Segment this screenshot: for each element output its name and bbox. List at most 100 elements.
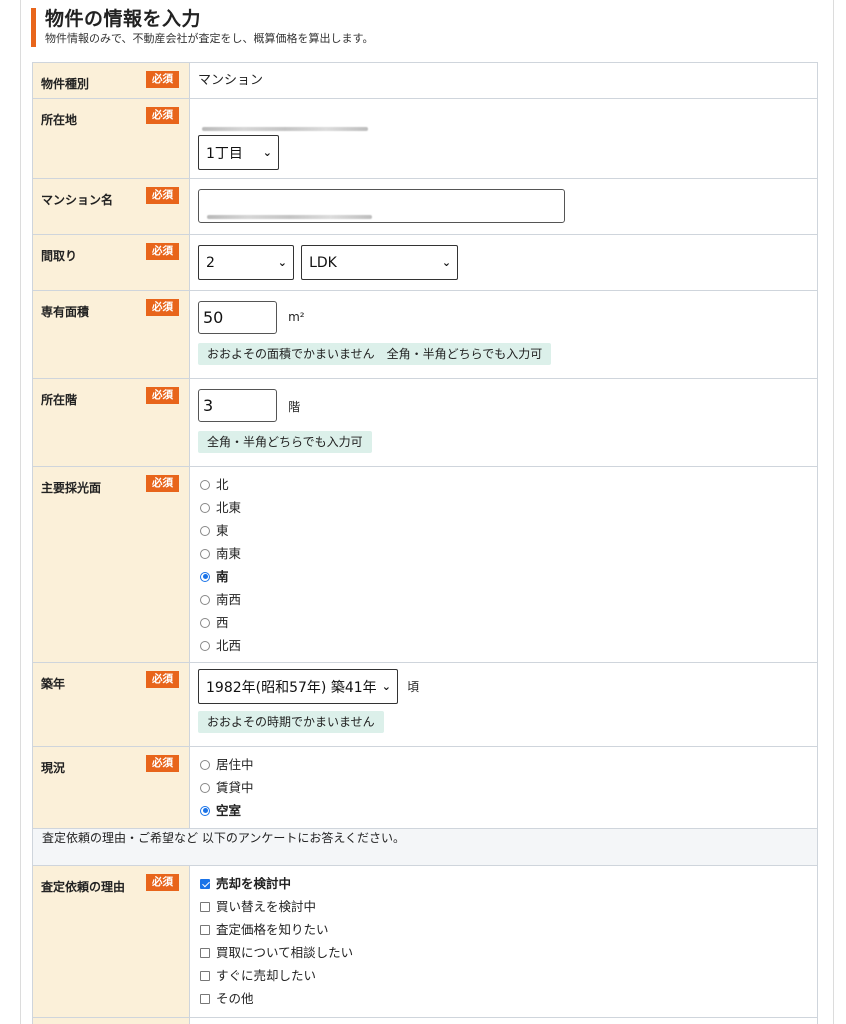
radio-unchecked-icon[interactable] bbox=[200, 479, 210, 490]
radio-option[interactable]: 北 bbox=[198, 473, 809, 496]
row-mansion-name: マンション名 必須 bbox=[32, 178, 818, 235]
radio-unchecked-icon[interactable] bbox=[200, 525, 210, 536]
layout-type-select[interactable]: LDK ⌄ bbox=[301, 245, 459, 280]
lighting-options: 北北東東南東南南西西北西 bbox=[189, 466, 818, 663]
radio-unchecked-icon[interactable] bbox=[200, 759, 210, 770]
option-label: 南西 bbox=[216, 592, 242, 607]
radio-option[interactable]: 北西 bbox=[198, 634, 809, 657]
field-label: 所在階 bbox=[41, 393, 78, 407]
radio-unchecked-icon[interactable] bbox=[200, 594, 210, 605]
radio-unchecked-icon[interactable] bbox=[200, 617, 210, 628]
option-label: 買取について相談したい bbox=[216, 945, 354, 960]
row-layout: 間取り 必須 2 ⌄ LDK ⌄ bbox=[32, 234, 818, 291]
field-label: マンション名 bbox=[41, 193, 114, 207]
checkbox-unchecked-icon[interactable] bbox=[200, 947, 210, 958]
checkbox-option[interactable]: 買取について相談したい bbox=[198, 941, 809, 964]
radio-unchecked-icon[interactable] bbox=[200, 548, 210, 559]
row-property-type: 物件種別 必須 マンション bbox=[32, 62, 818, 99]
row-reason: 査定依頼の理由 必須 売却を検討中買い替えを検討中査定価格を知りたい買取について… bbox=[32, 865, 818, 1018]
radio-option[interactable]: 北東 bbox=[198, 496, 809, 519]
checkbox-unchecked-icon[interactable] bbox=[200, 901, 210, 912]
field-label: 間取り bbox=[41, 249, 78, 263]
option-label: 北 bbox=[216, 477, 229, 492]
row-survey-note: 査定依頼の理由・ご希望など 以下のアンケートにお答えください。 bbox=[32, 828, 818, 866]
checkbox-option[interactable]: すぐに売却したい bbox=[198, 964, 809, 987]
radio-unchecked-icon[interactable] bbox=[200, 502, 210, 513]
required-badge: 必須 bbox=[146, 243, 179, 260]
row-built-year: 築年 必須 1982年(昭和57年) 築41年 ⌄ 頃 おおよその時期でかまいま… bbox=[32, 662, 818, 747]
row-next-partial bbox=[32, 1017, 818, 1024]
checkbox-option[interactable]: 売却を検討中 bbox=[198, 872, 809, 895]
required-badge: 必須 bbox=[146, 299, 179, 316]
radio-option[interactable]: 空室 bbox=[198, 799, 809, 822]
built-year-suffix: 頃 bbox=[407, 680, 420, 694]
floor-input[interactable]: 3 bbox=[198, 389, 277, 422]
checkbox-checked-icon[interactable] bbox=[200, 878, 210, 889]
radio-checked-icon[interactable] bbox=[200, 571, 210, 582]
address-text-blurred bbox=[202, 127, 368, 131]
row-floor: 所在階 必須 3 階 全角・半角どちらでも入力可 bbox=[32, 378, 818, 467]
rooms-select[interactable]: 2 ⌄ bbox=[198, 245, 294, 280]
option-label: 賃貸中 bbox=[216, 780, 254, 795]
radio-option[interactable]: 賃貸中 bbox=[198, 776, 809, 799]
checkbox-option[interactable]: 査定価格を知りたい bbox=[198, 918, 809, 941]
option-label: 空室 bbox=[216, 803, 242, 818]
required-badge: 必須 bbox=[146, 475, 179, 492]
floor-unit: 階 bbox=[288, 400, 301, 414]
radio-option[interactable]: 西 bbox=[198, 611, 809, 634]
checkbox-unchecked-icon[interactable] bbox=[200, 993, 210, 1004]
required-badge: 必須 bbox=[146, 107, 179, 124]
chome-select[interactable]: 1丁目 ⌄ bbox=[198, 135, 279, 170]
area-hint: おおよその面積でかまいません 全角・半角どちらでも入力可 bbox=[198, 343, 552, 365]
property-type-value: マンション bbox=[198, 73, 264, 88]
section-title: 物件の情報を入力 bbox=[45, 8, 202, 30]
chevron-down-icon: ⌄ bbox=[441, 256, 452, 269]
section-header: 物件の情報を入力 物件情報のみで、不動産会社が査定をし、概算価格を算出します。 bbox=[31, 8, 373, 47]
radio-option[interactable]: 居住中 bbox=[198, 753, 809, 776]
mansion-name-input[interactable] bbox=[198, 189, 565, 223]
field-label: 築年 bbox=[41, 677, 66, 691]
option-label: 売却を検討中 bbox=[216, 876, 292, 891]
field-label: 所在地 bbox=[41, 113, 78, 127]
checkbox-unchecked-icon[interactable] bbox=[200, 970, 210, 981]
mansion-name-blurred bbox=[207, 215, 372, 219]
required-badge: 必須 bbox=[146, 755, 179, 772]
required-badge: 必須 bbox=[146, 71, 179, 88]
option-label: 買い替えを検討中 bbox=[216, 899, 317, 914]
floor-hint: 全角・半角どちらでも入力可 bbox=[198, 431, 372, 453]
field-label: 主要採光面 bbox=[41, 481, 102, 495]
option-label: 南東 bbox=[216, 546, 242, 561]
radio-option[interactable]: 南西 bbox=[198, 588, 809, 611]
property-form: 物件種別 必須 マンション 所在地 必須 1丁目 ⌄ マンション名 必須 間取り… bbox=[32, 62, 818, 1024]
row-address: 所在地 必須 1丁目 ⌄ bbox=[32, 98, 818, 179]
option-label: 北東 bbox=[216, 500, 242, 515]
built-year-select[interactable]: 1982年(昭和57年) 築41年 ⌄ bbox=[198, 669, 398, 704]
required-badge: 必須 bbox=[146, 874, 179, 891]
label-cell: 物件種別 必須 bbox=[32, 62, 190, 99]
option-label: 西 bbox=[216, 615, 229, 630]
radio-unchecked-icon[interactable] bbox=[200, 640, 210, 651]
reason-options: 売却を検討中買い替えを検討中査定価格を知りたい買取について相談したい すぐに売却し… bbox=[189, 865, 818, 1018]
radio-checked-icon[interactable] bbox=[200, 805, 210, 816]
row-lighting: 主要採光面 必須 北北東東南東南南西西北西 bbox=[32, 466, 818, 663]
field-label: 査定依頼の理由 bbox=[41, 880, 126, 894]
radio-option[interactable]: 東 bbox=[198, 519, 809, 542]
option-label: 居住中 bbox=[216, 757, 254, 772]
chevron-down-icon: ⌄ bbox=[262, 146, 272, 159]
survey-note: 査定依頼の理由・ご希望など 以下のアンケートにお答えください。 bbox=[32, 828, 818, 866]
radio-option[interactable]: 南東 bbox=[198, 542, 809, 565]
option-label: すぐに売却したい bbox=[216, 968, 317, 983]
radio-option[interactable]: 南 bbox=[198, 565, 809, 588]
required-badge: 必須 bbox=[146, 671, 179, 688]
area-input[interactable]: 50 bbox=[198, 301, 277, 334]
row-status: 現況 必須 居住中賃貸中空室 bbox=[32, 746, 818, 829]
radio-unchecked-icon[interactable] bbox=[200, 782, 210, 793]
field-label: 現況 bbox=[41, 761, 66, 775]
option-label: 北西 bbox=[216, 638, 242, 653]
section-subtitle: 物件情報のみで、不動産会社が査定をし、概算価格を算出します。 bbox=[45, 32, 374, 45]
checkbox-unchecked-icon[interactable] bbox=[200, 924, 210, 935]
checkbox-option[interactable]: 買い替えを検討中 bbox=[198, 895, 809, 918]
checkbox-option[interactable]: その他 bbox=[198, 987, 809, 1010]
field-label: 専有面積 bbox=[41, 305, 90, 319]
chevron-down-icon: ⌄ bbox=[277, 256, 287, 269]
